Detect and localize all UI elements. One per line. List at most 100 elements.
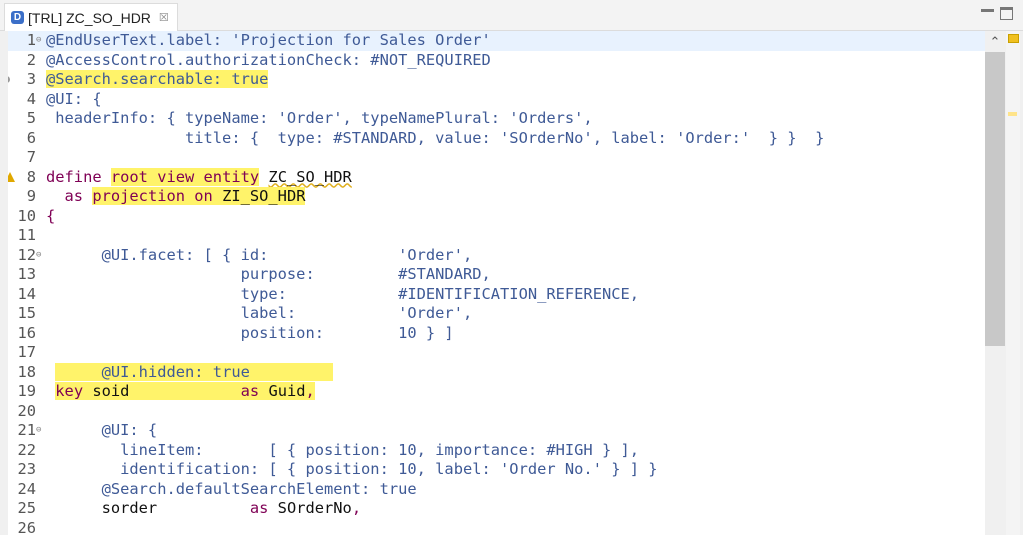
code-token: @EndUserText.label: 'Projection for Sale… xyxy=(46,31,491,49)
code-line[interactable]: 9 as projection on ZI_SO_HDR xyxy=(0,187,985,207)
code-token: @UI.facet: [ { id: 'Order', xyxy=(46,245,473,264)
code-text: headerInfo: { typeName: 'Order', typeNam… xyxy=(46,109,593,129)
code-text: as projection on ZI_SO_HDR xyxy=(46,187,306,207)
fold-toggle-icon[interactable]: ⊖ xyxy=(36,421,41,441)
tab-zc-so-hdr[interactable]: D [TRL] ZC_SO_HDR ☒ xyxy=(4,3,178,31)
line-number: 14 xyxy=(17,284,36,303)
code-line[interactable]: 15 label: 'Order', xyxy=(0,304,985,324)
code-text: lineItem: [ { position: 10, importance: … xyxy=(46,441,639,461)
code-text: { xyxy=(46,207,55,227)
line-number: 23 xyxy=(17,460,36,478)
code-line[interactable]: 17 xyxy=(0,343,985,363)
line-number: 22 xyxy=(17,440,36,459)
code-token: ZI_SO_HDR xyxy=(222,187,306,205)
overview-ruler[interactable] xyxy=(1006,31,1020,535)
code-token: SOrderNo xyxy=(268,499,352,517)
code-line[interactable]: 23 identification: [ { position: 10, lab… xyxy=(0,460,985,480)
line-number: 8 xyxy=(26,167,36,186)
code-line[interactable]: 19 key soid as Guid, xyxy=(0,382,985,402)
editor-tab-bar: D [TRL] ZC_SO_HDR ☒ xyxy=(0,0,1023,31)
line-number: 3 xyxy=(26,70,36,88)
code-line[interactable]: 12 ⊖ @UI.facet: [ { id: 'Order', xyxy=(0,246,985,266)
code-token: , xyxy=(305,382,315,400)
code-text: key soid as Guid, xyxy=(46,382,315,402)
line-number: 18 xyxy=(17,362,36,381)
code-line[interactable]: 18 @UI.hidden: true xyxy=(0,362,985,383)
line-number: 5 xyxy=(26,109,36,127)
code-line[interactable]: 7 xyxy=(0,148,985,168)
code-token: , xyxy=(351,499,362,517)
code-text: @Search.defaultSearchElement: true xyxy=(46,480,417,500)
code-token: @Search.defaultSearchElement: true xyxy=(46,479,417,498)
code-text: @AccessControl.authorizationCheck: #NOT_… xyxy=(46,51,491,71)
code-line[interactable]: 10 { xyxy=(0,207,985,227)
code-editor[interactable]: 1 ⊖ @EndUserText.label: 'Projection for Sa… xyxy=(0,31,985,535)
code-line[interactable]: 16 position: 10 } ] xyxy=(0,324,985,344)
code-text: title: { type: #STANDARD, value: 'SOrder… xyxy=(46,129,824,149)
line-number: 13 xyxy=(17,265,36,283)
code-line[interactable]: 1 ⊖ @EndUserText.label: 'Projection for Sa… xyxy=(0,31,985,51)
scrollbar-thumb[interactable] xyxy=(985,52,1005,346)
code-line[interactable]: 3 @Search.searchable: true xyxy=(0,70,985,90)
code-token: soid xyxy=(83,382,241,400)
code-text: @UI.facet: [ { id: 'Order', xyxy=(46,245,473,266)
vertical-scrollbar[interactable]: ⌃ xyxy=(985,31,1005,535)
code-line[interactable]: 13 purpose: #STANDARD, xyxy=(0,265,985,285)
line-number: 19 xyxy=(17,382,36,400)
code-token: title: { type: #STANDARD, value: 'SOrder… xyxy=(46,128,825,147)
code-text: @UI.hidden: true xyxy=(46,362,334,383)
line-number: 20 xyxy=(17,401,36,420)
code-token: @UI: { xyxy=(46,421,158,439)
code-line[interactable]: 4 @UI: { xyxy=(0,90,985,110)
code-line[interactable]: 8 define root view entity ZC_SO_HDR xyxy=(0,167,985,188)
fold-toggle-icon[interactable]: ⊖ xyxy=(36,246,41,266)
code-token: Guid xyxy=(259,382,306,400)
code-token: as xyxy=(240,382,260,400)
code-token: projection on xyxy=(92,187,223,205)
overview-warning-marker[interactable] xyxy=(1008,34,1019,43)
line-number: 16 xyxy=(17,323,36,342)
line-number: 21 xyxy=(17,421,36,439)
code-line[interactable]: 21 ⊖ @UI: { xyxy=(0,421,985,441)
minimize-icon[interactable] xyxy=(981,9,994,12)
line-number: 7 xyxy=(26,148,36,166)
code-token: position: 10 } ] xyxy=(46,323,454,342)
line-number: 9 xyxy=(26,187,36,205)
maximize-icon[interactable] xyxy=(1000,7,1013,20)
code-line[interactable]: 24 @Search.defaultSearchElement: true xyxy=(0,480,985,500)
line-number: 10 xyxy=(17,206,36,225)
scroll-up-icon[interactable]: ⌃ xyxy=(985,31,1005,51)
line-number: 17 xyxy=(17,343,36,361)
code-line[interactable]: 20 xyxy=(0,402,985,422)
code-text: type: #IDENTIFICATION_REFERENCE, xyxy=(46,285,639,305)
code-line[interactable]: 5 headerInfo: { typeName: 'Order', typeN… xyxy=(0,109,985,129)
ddl-source-icon: D xyxy=(11,11,24,24)
code-token: sorder xyxy=(46,499,250,517)
line-number: 15 xyxy=(17,304,36,322)
fold-toggle-icon[interactable]: ⊖ xyxy=(36,31,41,51)
code-text: identification: [ { position: 10, label:… xyxy=(46,460,657,480)
overview-occurrence-marker[interactable] xyxy=(1008,112,1017,116)
code-line[interactable]: 26 xyxy=(0,519,985,535)
code-text: @UI: { xyxy=(46,90,102,110)
tab-title: [TRL] ZC_SO_HDR xyxy=(28,9,151,26)
line-number: 26 xyxy=(17,518,36,535)
code-text: @Search.searchable: true xyxy=(46,70,269,90)
code-line[interactable]: 11 xyxy=(0,226,985,246)
code-text: purpose: #STANDARD, xyxy=(46,265,491,285)
line-number: 24 xyxy=(17,479,36,498)
code-line[interactable]: 22 lineItem: [ { position: 10, importanc… xyxy=(0,441,985,461)
code-token: ZC_SO_HDR xyxy=(268,167,352,186)
code-token: { xyxy=(46,206,56,225)
code-line[interactable]: 6 title: { type: #STANDARD, value: 'SOrd… xyxy=(0,129,985,149)
close-icon[interactable]: ☒ xyxy=(159,11,169,24)
code-text: define root view entity ZC_SO_HDR xyxy=(46,167,352,188)
line-number: 4 xyxy=(26,89,36,108)
code-token: @Search.searchable: true xyxy=(46,70,269,88)
code-line[interactable]: 2 @AccessControl.authorizationCheck: #NOT… xyxy=(0,51,985,71)
code-line[interactable]: 25 sorder as SOrderNo, xyxy=(0,499,985,519)
code-token: key xyxy=(55,382,84,400)
code-token: headerInfo: { typeName: 'Order', typeNam… xyxy=(46,109,593,127)
code-line[interactable]: 14 type: #IDENTIFICATION_REFERENCE, xyxy=(0,285,985,305)
code-token: @UI: { xyxy=(46,89,102,108)
